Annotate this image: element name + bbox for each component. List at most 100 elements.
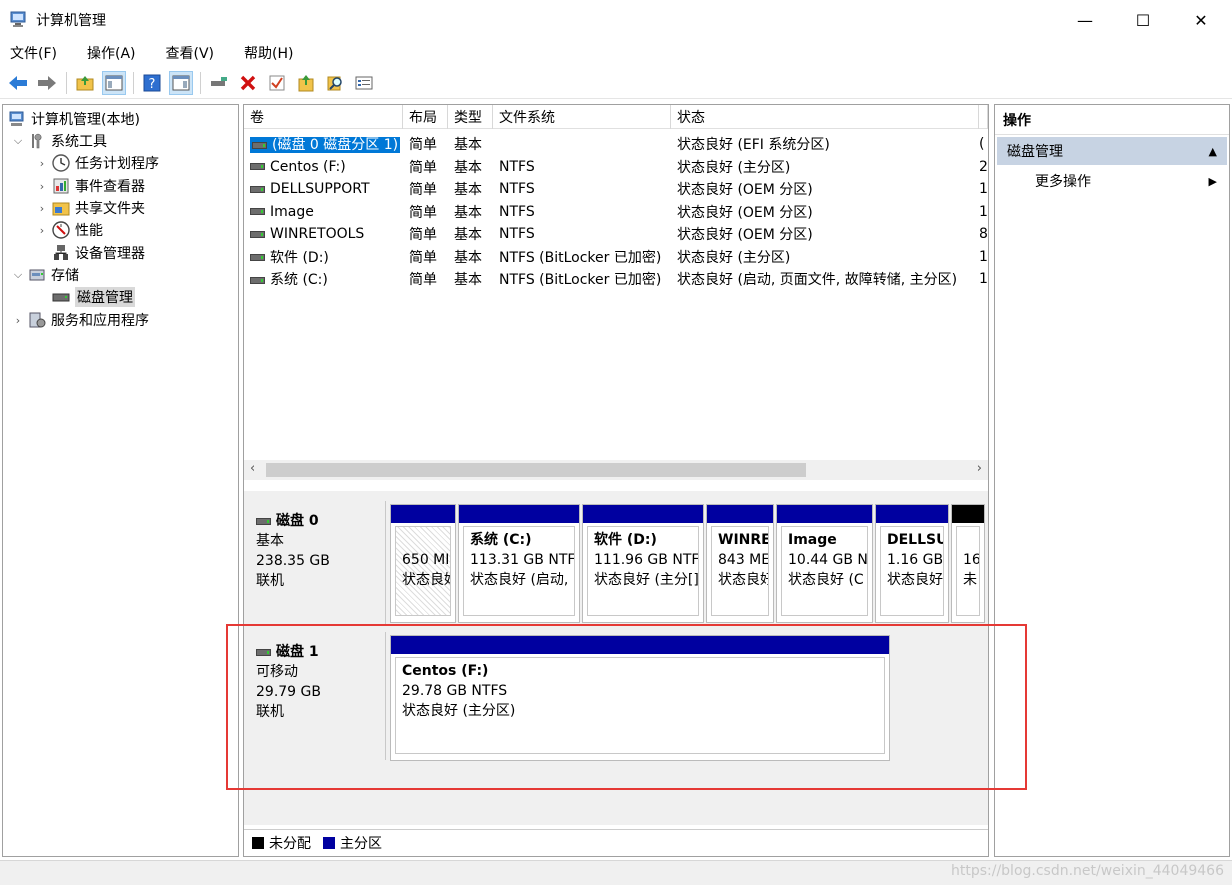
partition-size: 843 ME <box>718 552 769 568</box>
disk0-kind: 基本 <box>256 533 284 549</box>
chevron-right-icon[interactable]: › <box>35 180 49 193</box>
disk-management-icon <box>52 288 70 306</box>
volume-row[interactable]: 软件 (D:) 简单 基本 NTFS (BitLocker 已加密) 状态良好 … <box>244 246 988 269</box>
column-header-volume[interactable]: 卷 <box>244 105 403 129</box>
chevron-right-icon[interactable]: › <box>35 202 49 215</box>
tree-item-event-viewer[interactable]: › 事件查看器 <box>35 175 145 197</box>
partition-name: Image <box>788 532 837 548</box>
actions-pane: 操作 磁盘管理 ▲ 更多操作 ▶ <box>994 104 1230 857</box>
disk0-partition-efi[interactable]: 650 MI 状态良好 <box>390 504 456 623</box>
partition-size: 650 MI <box>402 552 450 568</box>
disk0-partition-d[interactable]: 软件 (D:) 111.96 GB NTF 状态良好 (主分[] <box>582 504 704 623</box>
menu-file[interactable]: 文件(F) <box>6 41 61 65</box>
up-folder-icon[interactable] <box>73 71 97 95</box>
close-button[interactable]: ✕ <box>1172 0 1230 40</box>
disk0-label[interactable]: 磁盘 0 基本 238.35 GB 联机 <box>246 501 386 626</box>
minimize-button[interactable]: — <box>1056 0 1114 40</box>
volume-name: WINRETOOLS <box>270 226 365 243</box>
tree-item-task-scheduler[interactable]: › 任务计划程序 <box>35 152 159 174</box>
disk1-partition-f[interactable]: Centos (F:) 29.78 GB NTFS 状态良好 (主分区) <box>390 635 890 761</box>
legend-primary: 主分区 <box>340 835 382 852</box>
chevron-down-icon[interactable]: ⌵ <box>11 134 25 148</box>
chevron-down-icon[interactable]: ⌵ <box>11 268 25 282</box>
partition-size: 10.44 GB N <box>788 552 868 568</box>
tree-item-storage[interactable]: ⌵ 存储 <box>11 264 79 286</box>
column-header-layout[interactable]: 布局 <box>403 105 448 129</box>
volume-row[interactable]: 系统 (C:) 简单 基本 NTFS (BitLocker 已加密) 状态良好 … <box>244 268 988 291</box>
maximize-button[interactable]: ☐ <box>1114 0 1172 40</box>
volume-layout: 简单 <box>409 227 437 244</box>
disk-management-pane: 卷 布局 类型 文件系统 状态 (磁盘 0 磁盘分区 1) 简单 基本 状态良好… <box>243 104 989 857</box>
more-actions-item[interactable]: 更多操作 ▶ <box>1035 169 1225 193</box>
tools-icon <box>28 132 46 150</box>
partition-name: Centos (F:) <box>402 663 489 679</box>
drive-icon <box>250 185 265 193</box>
search-icon[interactable] <box>323 71 347 95</box>
volume-row[interactable]: DELLSUPPORT 简单 基本 NTFS 状态良好 (OEM 分区) 1 <box>244 178 988 201</box>
menu-help[interactable]: 帮助(H) <box>240 41 297 65</box>
tree-label: 任务计划程序 <box>75 156 159 172</box>
volume-row[interactable]: Centos (F:) 简单 基本 NTFS 状态良好 (主分区) 2 <box>244 156 988 179</box>
check-icon[interactable] <box>265 71 289 95</box>
scrollbar-thumb[interactable] <box>266 463 806 477</box>
forward-arrow-icon[interactable] <box>35 71 59 95</box>
scroll-right-icon[interactable]: › <box>977 461 982 476</box>
show-hide-tree-icon[interactable] <box>102 70 126 95</box>
disk0-partition-c[interactable]: 系统 (C:) 113.31 GB NTF 状态良好 (启动, <box>458 504 580 623</box>
tree-item-system-tools[interactable]: ⌵ 系统工具 <box>11 130 107 152</box>
scroll-left-icon[interactable]: ‹ <box>250 461 255 476</box>
tree-item-root[interactable]: 计算机管理(本地) <box>5 108 140 130</box>
partition-name: DELLSU <box>887 532 944 548</box>
volume-list-header: 卷 布局 类型 文件系统 状态 <box>244 105 988 129</box>
menu-bar: 文件(F) 操作(A) 查看(V) 帮助(H) <box>0 40 1232 66</box>
partition-size: 1.16 GB <box>887 552 944 568</box>
volume-row[interactable]: WINRETOOLS 简单 基本 NTFS 状态良好 (OEM 分区) 8 <box>244 223 988 246</box>
volume-name: Centos (F:) <box>270 158 346 175</box>
column-header-status[interactable]: 状态 <box>671 105 979 129</box>
chevron-right-icon[interactable]: › <box>35 224 49 237</box>
delete-icon[interactable] <box>236 71 260 95</box>
submenu-arrow-icon: ▶ <box>1208 174 1217 188</box>
volume-filesystem: NTFS <box>499 158 535 175</box>
back-arrow-icon[interactable] <box>6 71 30 95</box>
volume-layout: 简单 <box>409 272 437 289</box>
partition-name <box>963 530 973 550</box>
properties-view-icon[interactable] <box>169 70 193 95</box>
tree-item-device-manager[interactable]: 设备管理器 <box>49 242 145 264</box>
disk0-partition-image[interactable]: Image 10.44 GB N 状态良好 (C <box>776 504 873 623</box>
volume-layout: 简单 <box>409 204 437 221</box>
partition-status: 状态良好 (C <box>788 572 864 588</box>
tree-item-performance[interactable]: › 性能 <box>35 219 103 241</box>
tree-label: 系统工具 <box>51 134 107 150</box>
volume-name: Image <box>270 203 314 220</box>
menu-view[interactable]: 查看(V) <box>162 41 219 65</box>
title-bar: 计算机管理 — ☐ ✕ <box>0 0 1232 40</box>
drive-icon <box>250 163 265 171</box>
disk0-partition-winre[interactable]: WINRE 843 ME 状态良好 <box>706 504 774 623</box>
export-icon[interactable] <box>294 71 318 95</box>
horizontal-scrollbar[interactable]: ‹ › <box>244 460 988 480</box>
actions-section-disk-management[interactable]: 磁盘管理 ▲ <box>997 137 1227 165</box>
chevron-right-icon[interactable]: › <box>11 314 25 327</box>
column-header-more[interactable] <box>979 105 988 129</box>
computer-management-icon <box>10 10 28 28</box>
tree-item-shared-folders[interactable]: › 共享文件夹 <box>35 197 145 219</box>
volume-type: 基本 <box>454 204 482 221</box>
chevron-right-icon[interactable]: › <box>35 157 49 170</box>
volume-row[interactable]: Image 简单 基本 NTFS 状态良好 (OEM 分区) 1 <box>244 201 988 224</box>
tree-item-services[interactable]: › 服务和应用程序 <box>11 309 149 331</box>
disk0-unallocated[interactable]: 16 未 <box>951 504 985 623</box>
settings-icon[interactable] <box>352 71 376 95</box>
disk0-partition-dellsupport[interactable]: DELLSU 1.16 GB 状态良好 <box>875 504 949 623</box>
tree-item-disk-management[interactable]: 磁盘管理 <box>49 286 135 308</box>
connect-icon[interactable] <box>207 71 231 95</box>
pane-splitter[interactable] <box>244 483 988 491</box>
volume-row[interactable]: (磁盘 0 磁盘分区 1) 简单 基本 状态良好 (EFI 系统分区) ( <box>244 133 988 156</box>
help-icon[interactable]: ? <box>140 71 164 95</box>
column-header-filesystem[interactable]: 文件系统 <box>493 105 671 129</box>
collapse-up-icon[interactable]: ▲ <box>1209 145 1217 158</box>
drive-icon <box>250 254 265 262</box>
menu-action[interactable]: 操作(A) <box>83 41 140 65</box>
disk1-label[interactable]: 磁盘 1 可移动 29.79 GB 联机 <box>246 632 386 760</box>
column-header-type[interactable]: 类型 <box>448 105 493 129</box>
